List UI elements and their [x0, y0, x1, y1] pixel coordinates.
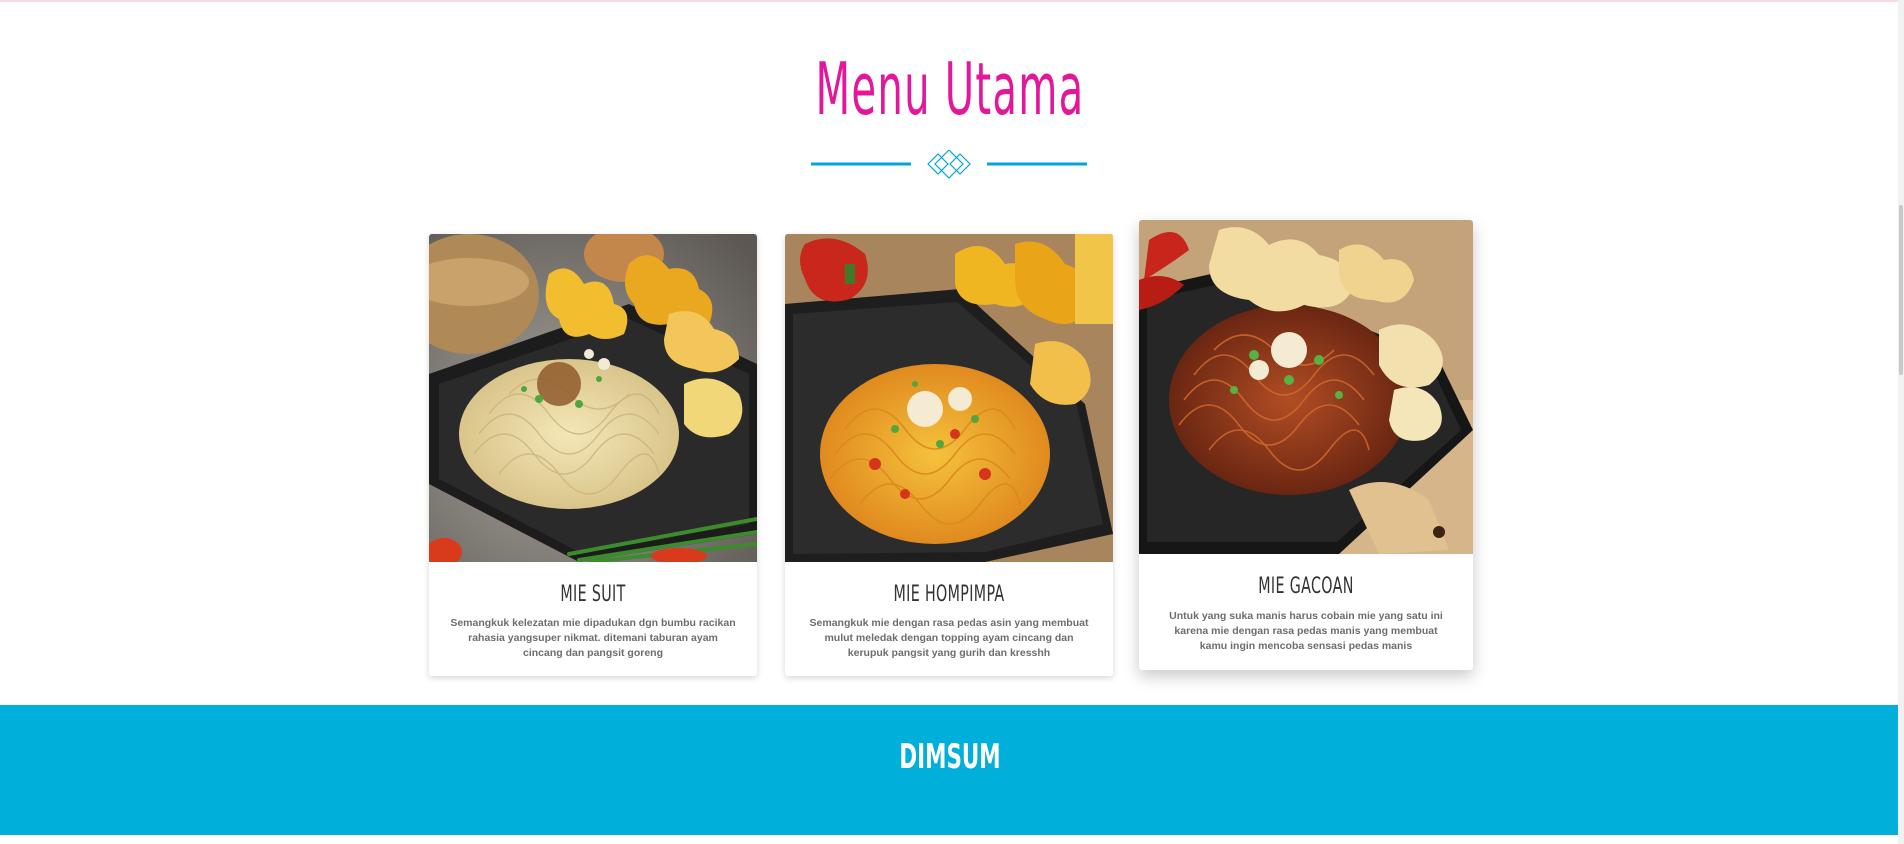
page: Menu Utama MIE SUIT Semangkuk kelezatan …: [0, 0, 1904, 844]
scrollbar-track[interactable]: [1898, 0, 1904, 844]
menu-card-name: MIE GACOAN: [1258, 574, 1354, 599]
menu-card-photo: [1139, 220, 1473, 554]
menu-card-name: MIE SUIT: [560, 582, 626, 607]
scrollbar-thumb[interactable]: [1899, 205, 1903, 375]
menu-card-photo: [429, 234, 757, 562]
menu-card-photo: [785, 234, 1113, 562]
menu-card-description: Untuk yang suka manis harus cobain mie y…: [1169, 610, 1443, 652]
bottom-strip: [0, 835, 1904, 844]
menu-card-name: MIE HOMPIMPA: [893, 582, 1005, 607]
menu-card-mie-hompimpa[interactable]: MIE HOMPIMPA Semangkuk mie dengan rasa p…: [785, 234, 1113, 676]
menu-card-mie-suit[interactable]: MIE SUIT Semangkuk kelezatan mie dipaduk…: [429, 234, 757, 676]
menu-card-description: Semangkuk mie dengan rasa pedas asin yan…: [809, 617, 1089, 659]
menu-cards: MIE SUIT Semangkuk kelezatan mie dipaduk…: [0, 0, 1900, 700]
menu-card-mie-gacoan[interactable]: MIE GACOAN Untuk yang suka manis harus c…: [1139, 220, 1473, 670]
menu-card-description: Semangkuk kelezatan mie dipadukan dgn bu…: [450, 617, 736, 659]
dimsum-section-title: DIMSUM: [899, 737, 1001, 777]
